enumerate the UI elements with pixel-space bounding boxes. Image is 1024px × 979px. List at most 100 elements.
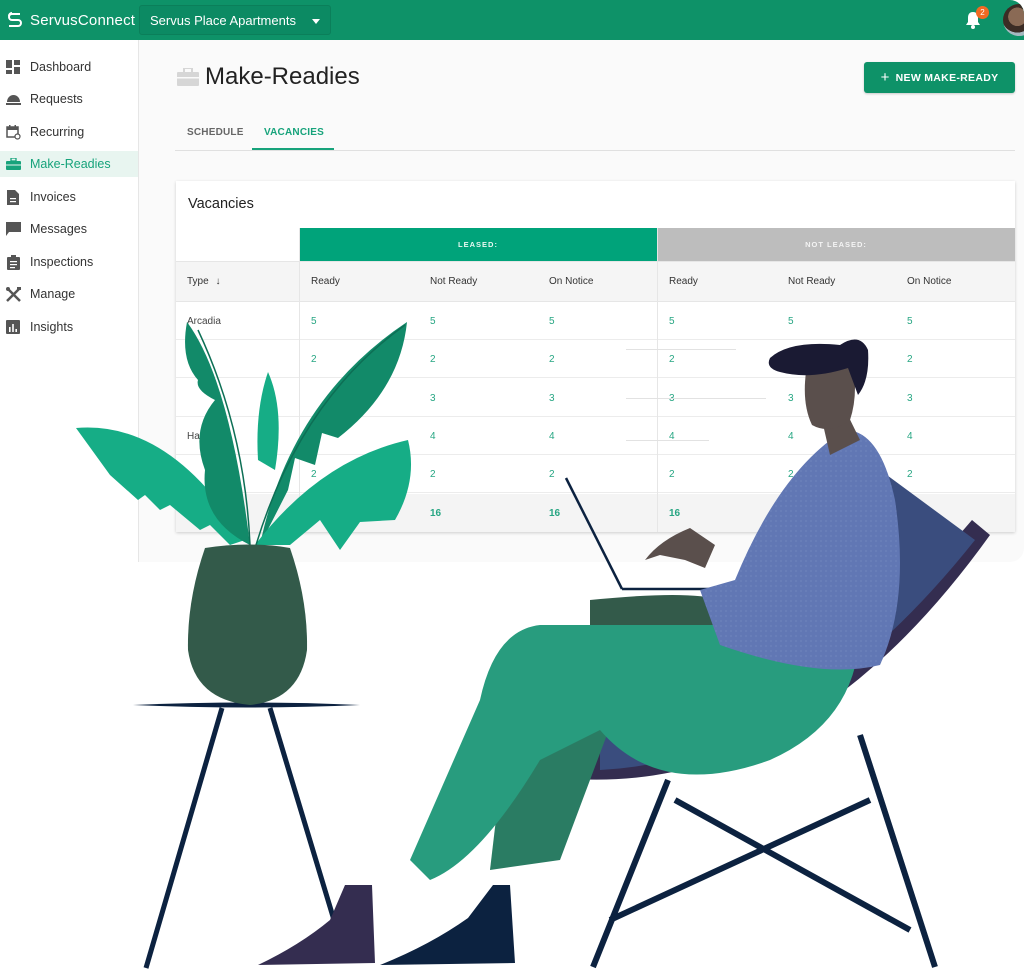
count-cell[interactable]: 2 — [907, 354, 913, 365]
count-cell[interactable]: 3 — [549, 393, 555, 404]
page-title: Make-Readies — [205, 63, 360, 90]
count-cell[interactable]: 16 — [549, 508, 560, 519]
tabs: SCHEDULE VACANCIES — [175, 115, 1015, 151]
sidebar-item-insights[interactable]: Insights — [0, 314, 138, 340]
top-bar: ServusConnect Servus Place Apartments 2 — [0, 0, 1024, 40]
count-cell[interactable]: 2 — [907, 469, 913, 480]
dashboard-icon — [5, 59, 21, 75]
table-row: Arcadia 5 5 5 5 5 5 — [176, 302, 1015, 340]
document-icon — [5, 189, 21, 205]
count-cell[interactable]: 2 — [311, 469, 317, 480]
count-cell[interactable]: 3 — [430, 393, 436, 404]
count-cell[interactable]: 5 — [311, 316, 317, 327]
sidebar-item-label: Requests — [30, 92, 83, 106]
count-cell[interactable]: 3 — [788, 393, 794, 404]
sidebar-item-label: Invoices — [30, 190, 76, 204]
column-header[interactable]: Ready — [669, 276, 698, 287]
active-tab-indicator — [252, 148, 334, 150]
count-cell[interactable]: 5 — [549, 316, 555, 327]
brand-name: ServusConnect — [30, 11, 136, 29]
column-header[interactable]: Not Ready — [430, 276, 477, 287]
sidebar: Dashboard Requests Recurring Make-Readie… — [0, 40, 139, 562]
count-cell[interactable]: 2 — [311, 354, 317, 365]
sidebar-item-dashboard[interactable]: Dashboard — [0, 54, 138, 80]
tab-schedule[interactable]: SCHEDULE — [187, 127, 244, 138]
column-divider — [657, 228, 658, 532]
column-header[interactable]: On Notice — [549, 276, 593, 287]
sidebar-item-inspections[interactable]: Inspections — [0, 249, 138, 275]
chat-icon — [5, 221, 21, 237]
count-cell[interactable]: 5 — [430, 316, 436, 327]
sidebar-item-manage[interactable]: Manage — [0, 281, 138, 307]
count-cell[interactable]: 16 — [669, 508, 680, 519]
type-header-label: Type — [187, 276, 209, 287]
column-header[interactable]: Not Ready — [788, 276, 835, 287]
sidebar-item-label: Make-Readies — [30, 157, 111, 171]
count-cell[interactable]: 4 — [549, 431, 555, 442]
sidebar-item-recurring[interactable]: Recurring — [0, 119, 138, 145]
ghost-line — [626, 440, 709, 441]
count-cell[interactable]: 5 — [907, 316, 913, 327]
count-cell[interactable]: 2 — [549, 469, 555, 480]
toolbox-icon — [5, 156, 21, 172]
new-make-ready-button[interactable]: + NEW MAKE-READY — [864, 62, 1015, 93]
toolbox-icon — [177, 68, 199, 86]
type-column-header[interactable]: Type ↓ — [187, 276, 220, 287]
count-cell[interactable]: 4 — [430, 431, 436, 442]
sidebar-item-label: Insights — [30, 320, 74, 334]
calendar-repeat-icon — [5, 124, 21, 140]
brand[interactable]: ServusConnect — [6, 10, 135, 30]
count-cell[interactable]: 2 — [549, 354, 555, 365]
sidebar-item-messages[interactable]: Messages — [0, 216, 138, 242]
count-cell[interactable]: 2 — [788, 469, 794, 480]
plus-icon: + — [880, 69, 890, 86]
count-cell[interactable]: 5 — [788, 316, 794, 327]
type-cell: Grand — [187, 507, 215, 519]
count-cell[interactable]: 16 — [430, 508, 441, 519]
count-cell[interactable]: 2 — [430, 354, 436, 365]
table-header-row: Type ↓ Ready Not Ready On Notice Ready N… — [176, 261, 1015, 302]
clipboard-icon — [5, 254, 21, 270]
column-divider — [299, 228, 300, 532]
notification-badge: 2 — [976, 6, 989, 19]
user-avatar[interactable] — [1003, 4, 1024, 36]
not-leased-group-header: NOT LEASED: — [657, 228, 1015, 261]
grand-total-row: Grand 16 16 16 — [176, 493, 1015, 532]
type-cell: Arcadia — [187, 316, 221, 327]
ghost-line — [626, 398, 766, 399]
tab-vacancies[interactable]: VACANCIES — [264, 127, 324, 138]
new-make-ready-label: NEW MAKE-READY — [895, 71, 999, 84]
type-cell: Ha — [187, 430, 200, 442]
card-title: Vacancies — [188, 196, 254, 212]
sidebar-item-label: Inspections — [30, 255, 94, 269]
sort-arrow-icon: ↓ — [215, 276, 221, 287]
chevron-down-icon — [312, 19, 320, 24]
sidebar-item-invoices[interactable]: Invoices — [0, 184, 138, 210]
sidebar-item-label: Recurring — [30, 125, 85, 139]
sidebar-item-make-readies[interactable]: Make-Readies — [0, 151, 138, 177]
servus-logo-icon — [8, 12, 22, 27]
table-row: 2 2 2 2 2 — [176, 340, 1015, 379]
count-cell[interactable]: 2 — [669, 354, 675, 365]
table-row: 33333 — [176, 379, 1015, 417]
count-cell[interactable]: 4 — [907, 431, 913, 442]
count-cell[interactable]: 5 — [669, 316, 675, 327]
service-bell-icon — [5, 91, 21, 107]
count-cell[interactable]: 3 — [907, 393, 913, 404]
column-header[interactable]: Ready — [311, 276, 340, 287]
sidebar-item-label: Manage — [30, 287, 76, 301]
count-cell[interactable]: 4 — [788, 431, 794, 442]
table-row: 2 2 2 2 2 2 — [176, 455, 1015, 494]
side-table — [133, 702, 360, 969]
sidebar-item-requests[interactable]: Requests — [0, 86, 138, 112]
count-cell[interactable]: 2 — [430, 469, 436, 480]
app-screenshot: ServusConnect Servus Place Apartments 2 … — [0, 0, 1024, 562]
sidebar-item-label: Dashboard — [30, 60, 92, 74]
count-cell[interactable]: 2 — [669, 469, 675, 480]
property-selector[interactable]: Servus Place Apartments — [139, 5, 331, 35]
ghost-line — [626, 349, 736, 350]
bar-chart-icon — [5, 319, 21, 335]
column-header[interactable]: On Notice — [907, 276, 951, 287]
tools-icon — [5, 286, 21, 302]
property-selector-value: Servus Place Apartments — [150, 12, 296, 28]
